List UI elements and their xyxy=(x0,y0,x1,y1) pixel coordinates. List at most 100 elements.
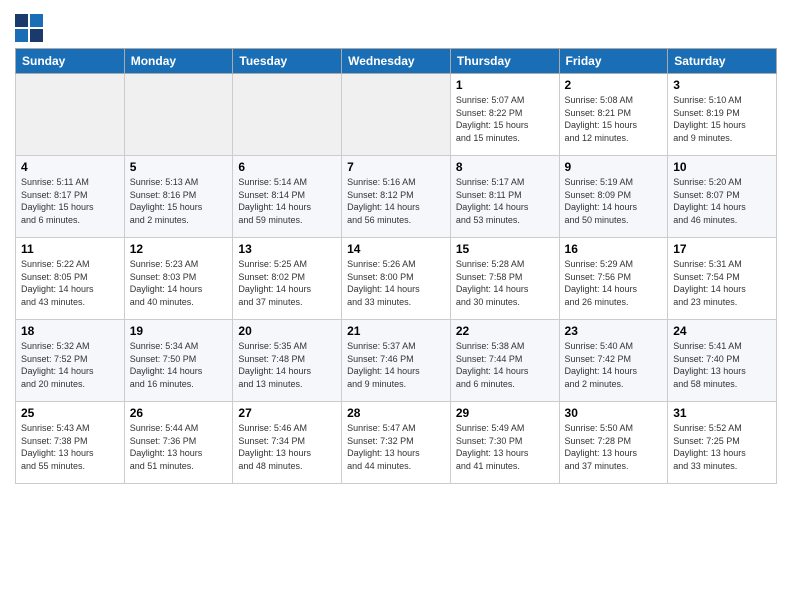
day-number: 17 xyxy=(673,242,771,256)
day-number: 4 xyxy=(21,160,119,174)
day-info: Sunrise: 5:08 AM Sunset: 8:21 PM Dayligh… xyxy=(565,94,663,144)
day-info: Sunrise: 5:23 AM Sunset: 8:03 PM Dayligh… xyxy=(130,258,228,308)
page: SundayMondayTuesdayWednesdayThursdayFrid… xyxy=(0,0,792,494)
header xyxy=(15,10,777,42)
day-number: 31 xyxy=(673,406,771,420)
day-cell: 13 Sunrise: 5:25 AM Sunset: 8:02 PM Dayli… xyxy=(233,238,342,320)
day-cell: 25 Sunrise: 5:43 AM Sunset: 7:38 PM Dayli… xyxy=(16,402,125,484)
week-row-1: 1Sunrise: 5:07 AM Sunset: 8:22 PM Daylig… xyxy=(16,74,777,156)
day-info: Sunrise: 5:35 AM Sunset: 7:48 PM Dayligh… xyxy=(238,340,336,390)
day-cell: 11 Sunrise: 5:22 AM Sunset: 8:05 PM Dayli… xyxy=(16,238,125,320)
day-info: Sunrise: 5:40 AM Sunset: 7:42 PM Dayligh… xyxy=(565,340,663,390)
day-cell: 6 Sunrise: 5:14 AM Sunset: 8:14 PM Daylig… xyxy=(233,156,342,238)
day-number: 12 xyxy=(130,242,228,256)
day-cell: 27 Sunrise: 5:46 AM Sunset: 7:34 PM Dayli… xyxy=(233,402,342,484)
day-cell: 26 Sunrise: 5:44 AM Sunset: 7:36 PM Dayli… xyxy=(124,402,233,484)
day-cell: 18 Sunrise: 5:32 AM Sunset: 7:52 PM Dayli… xyxy=(16,320,125,402)
day-number: 10 xyxy=(673,160,771,174)
day-number: 13 xyxy=(238,242,336,256)
day-number: 27 xyxy=(238,406,336,420)
week-row-3: 11 Sunrise: 5:22 AM Sunset: 8:05 PM Dayli… xyxy=(16,238,777,320)
day-cell: 22Sunrise: 5:38 AM Sunset: 7:44 PM Dayli… xyxy=(450,320,559,402)
day-number: 7 xyxy=(347,160,445,174)
weekday-header-tuesday: Tuesday xyxy=(233,49,342,74)
day-cell: 19 Sunrise: 5:34 AM Sunset: 7:50 PM Dayli… xyxy=(124,320,233,402)
day-info: Sunrise: 5:26 AM Sunset: 8:00 PM Dayligh… xyxy=(347,258,445,308)
day-cell: 15 Sunrise: 5:28 AM Sunset: 7:58 PM Dayli… xyxy=(450,238,559,320)
day-cell xyxy=(124,74,233,156)
day-info: Sunrise: 5:22 AM Sunset: 8:05 PM Dayligh… xyxy=(21,258,119,308)
day-cell xyxy=(233,74,342,156)
day-number: 20 xyxy=(238,324,336,338)
week-row-4: 18 Sunrise: 5:32 AM Sunset: 7:52 PM Dayli… xyxy=(16,320,777,402)
day-cell: 9 Sunrise: 5:19 AM Sunset: 8:09 PM Daylig… xyxy=(559,156,668,238)
day-cell: 20 Sunrise: 5:35 AM Sunset: 7:48 PM Dayli… xyxy=(233,320,342,402)
day-info: Sunrise: 5:32 AM Sunset: 7:52 PM Dayligh… xyxy=(21,340,119,390)
day-number: 1 xyxy=(456,78,554,92)
day-number: 6 xyxy=(238,160,336,174)
day-number: 16 xyxy=(565,242,663,256)
day-info: Sunrise: 5:29 AM Sunset: 7:56 PM Dayligh… xyxy=(565,258,663,308)
day-info: Sunrise: 5:49 AM Sunset: 7:30 PM Dayligh… xyxy=(456,422,554,472)
weekday-header-friday: Friday xyxy=(559,49,668,74)
day-cell: 29 Sunrise: 5:49 AM Sunset: 7:30 PM Dayli… xyxy=(450,402,559,484)
day-info: Sunrise: 5:17 AM Sunset: 8:11 PM Dayligh… xyxy=(456,176,554,226)
day-number: 25 xyxy=(21,406,119,420)
day-info: Sunrise: 5:37 AM Sunset: 7:46 PM Dayligh… xyxy=(347,340,445,390)
day-info: Sunrise: 5:14 AM Sunset: 8:14 PM Dayligh… xyxy=(238,176,336,226)
day-cell: 10 Sunrise: 5:20 AM Sunset: 8:07 PM Dayli… xyxy=(668,156,777,238)
day-number: 15 xyxy=(456,242,554,256)
day-info: Sunrise: 5:16 AM Sunset: 8:12 PM Dayligh… xyxy=(347,176,445,226)
day-number: 5 xyxy=(130,160,228,174)
day-number: 24 xyxy=(673,324,771,338)
day-number: 3 xyxy=(673,78,771,92)
day-cell: 7 Sunrise: 5:16 AM Sunset: 8:12 PM Daylig… xyxy=(342,156,451,238)
day-cell xyxy=(342,74,451,156)
weekday-header-row: SundayMondayTuesdayWednesdayThursdayFrid… xyxy=(16,49,777,74)
day-cell: 14Sunrise: 5:26 AM Sunset: 8:00 PM Dayli… xyxy=(342,238,451,320)
day-number: 28 xyxy=(347,406,445,420)
day-info: Sunrise: 5:46 AM Sunset: 7:34 PM Dayligh… xyxy=(238,422,336,472)
day-number: 8 xyxy=(456,160,554,174)
day-info: Sunrise: 5:44 AM Sunset: 7:36 PM Dayligh… xyxy=(130,422,228,472)
day-cell: 8 Sunrise: 5:17 AM Sunset: 8:11 PM Daylig… xyxy=(450,156,559,238)
day-info: Sunrise: 5:28 AM Sunset: 7:58 PM Dayligh… xyxy=(456,258,554,308)
day-cell: 21Sunrise: 5:37 AM Sunset: 7:46 PM Dayli… xyxy=(342,320,451,402)
day-number: 2 xyxy=(565,78,663,92)
day-number: 22 xyxy=(456,324,554,338)
day-cell: 16 Sunrise: 5:29 AM Sunset: 7:56 PM Dayli… xyxy=(559,238,668,320)
day-info: Sunrise: 5:52 AM Sunset: 7:25 PM Dayligh… xyxy=(673,422,771,472)
calendar-table: SundayMondayTuesdayWednesdayThursdayFrid… xyxy=(15,48,777,484)
day-cell: 24Sunrise: 5:41 AM Sunset: 7:40 PM Dayli… xyxy=(668,320,777,402)
day-cell: 1Sunrise: 5:07 AM Sunset: 8:22 PM Daylig… xyxy=(450,74,559,156)
day-cell: 3 Sunrise: 5:10 AM Sunset: 8:19 PM Daylig… xyxy=(668,74,777,156)
day-number: 19 xyxy=(130,324,228,338)
day-number: 29 xyxy=(456,406,554,420)
day-cell: 12 Sunrise: 5:23 AM Sunset: 8:03 PM Dayli… xyxy=(124,238,233,320)
day-cell: 23Sunrise: 5:40 AM Sunset: 7:42 PM Dayli… xyxy=(559,320,668,402)
weekday-header-wednesday: Wednesday xyxy=(342,49,451,74)
day-number: 30 xyxy=(565,406,663,420)
day-info: Sunrise: 5:13 AM Sunset: 8:16 PM Dayligh… xyxy=(130,176,228,226)
weekday-header-monday: Monday xyxy=(124,49,233,74)
day-cell: 2 Sunrise: 5:08 AM Sunset: 8:21 PM Daylig… xyxy=(559,74,668,156)
day-cell: 4 Sunrise: 5:11 AM Sunset: 8:17 PM Daylig… xyxy=(16,156,125,238)
day-info: Sunrise: 5:25 AM Sunset: 8:02 PM Dayligh… xyxy=(238,258,336,308)
day-cell: 30 Sunrise: 5:50 AM Sunset: 7:28 PM Dayli… xyxy=(559,402,668,484)
day-info: Sunrise: 5:10 AM Sunset: 8:19 PM Dayligh… xyxy=(673,94,771,144)
day-info: Sunrise: 5:19 AM Sunset: 8:09 PM Dayligh… xyxy=(565,176,663,226)
day-info: Sunrise: 5:31 AM Sunset: 7:54 PM Dayligh… xyxy=(673,258,771,308)
day-info: Sunrise: 5:20 AM Sunset: 8:07 PM Dayligh… xyxy=(673,176,771,226)
day-number: 9 xyxy=(565,160,663,174)
logo xyxy=(15,14,46,42)
day-number: 18 xyxy=(21,324,119,338)
day-info: Sunrise: 5:34 AM Sunset: 7:50 PM Dayligh… xyxy=(130,340,228,390)
weekday-header-thursday: Thursday xyxy=(450,49,559,74)
day-info: Sunrise: 5:43 AM Sunset: 7:38 PM Dayligh… xyxy=(21,422,119,472)
day-number: 11 xyxy=(21,242,119,256)
logo-icon xyxy=(15,14,43,42)
day-info: Sunrise: 5:11 AM Sunset: 8:17 PM Dayligh… xyxy=(21,176,119,226)
day-cell: 17 Sunrise: 5:31 AM Sunset: 7:54 PM Dayli… xyxy=(668,238,777,320)
day-number: 26 xyxy=(130,406,228,420)
day-info: Sunrise: 5:50 AM Sunset: 7:28 PM Dayligh… xyxy=(565,422,663,472)
